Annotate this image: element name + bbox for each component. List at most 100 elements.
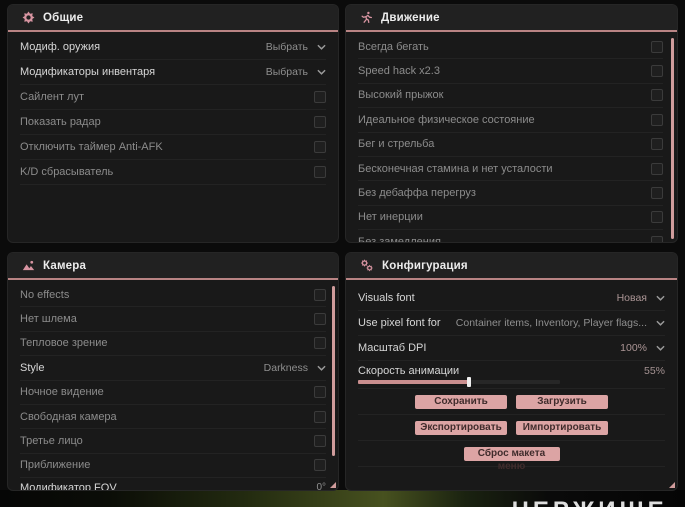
panel-header-movement[interactable]: Движение: [346, 5, 677, 32]
menu-row: Идеальное физическое состояние: [358, 108, 663, 133]
scrollbar[interactable]: [671, 38, 674, 239]
resize-handle[interactable]: [330, 482, 336, 488]
checkbox[interactable]: [651, 211, 663, 224]
panel-header-camera[interactable]: Камера: [8, 253, 338, 280]
menu-row: Масштаб DPI 100%: [358, 336, 665, 361]
menu-row: Высокий прыжок: [358, 84, 663, 109]
checkbox[interactable]: [314, 337, 326, 350]
menu-row: Нет инерции: [358, 206, 663, 231]
checkbox[interactable]: [314, 141, 326, 153]
slider-track[interactable]: [358, 377, 560, 387]
resize-handle[interactable]: [669, 482, 675, 488]
dropdown[interactable]: Новая: [617, 292, 665, 304]
row-label: No effects: [20, 288, 70, 301]
slider-value: 0°: [316, 482, 326, 490]
row-label: Нет инерции: [358, 211, 423, 224]
menu-row: Экспортировать Импортировать: [358, 415, 665, 441]
dropdown[interactable]: Выбрать: [266, 66, 326, 78]
checkbox[interactable]: [651, 113, 663, 126]
menu-row: K/D сбрасыватель: [20, 160, 326, 185]
import-button[interactable]: Импортировать: [516, 420, 608, 435]
dropdown-value: 100%: [620, 342, 647, 354]
checkbox[interactable]: [651, 40, 663, 53]
checkbox[interactable]: [651, 187, 663, 200]
row-label: Бег и стрельба: [358, 138, 435, 151]
slider-handle[interactable]: [467, 377, 472, 387]
menu-row: Модификаторы инвентаря Выбрать: [20, 60, 326, 85]
menu-row: Visuals font Новая: [358, 286, 665, 311]
dropdown[interactable]: Darkness: [264, 362, 326, 374]
background-game-text: ЧЕРЖИШЕ: [512, 497, 668, 507]
row-label: Без дебаффа перегруз: [358, 187, 476, 200]
chevron-down-icon: [656, 295, 665, 301]
chevron-down-icon: [656, 320, 665, 326]
menu-row: Без замедления: [358, 230, 663, 242]
panel-title: Конфигурация: [382, 259, 468, 272]
reset-menu-layout-button[interactable]: Сброс макета меню: [463, 446, 560, 472]
menu-row: Показать радар: [20, 110, 326, 135]
menu-row: Сброс макета меню: [358, 441, 665, 472]
checkbox[interactable]: [314, 288, 326, 301]
row-label: Показать радар: [20, 116, 101, 128]
row-label: Всегда бегать: [358, 40, 429, 53]
row-label: Visuals font: [358, 292, 415, 304]
checkbox[interactable]: [314, 386, 326, 399]
checkbox[interactable]: [314, 116, 326, 128]
row-label: Идеальное физическое состояние: [358, 113, 535, 126]
panel-header-config[interactable]: Конфигурация: [346, 253, 677, 280]
slider-label-line: Скорость анимации 55%: [358, 365, 665, 377]
checkbox[interactable]: [314, 91, 326, 103]
dropdown-value: Новая: [616, 292, 647, 304]
row-label: Нет шлема: [20, 313, 77, 326]
dropdown-value: Выбрать: [265, 66, 308, 78]
panel-title: Камера: [43, 259, 87, 272]
panel-body: Модиф. оружия Выбрать Модификаторы инвента…: [8, 32, 338, 185]
save-button[interactable]: Сохранить: [415, 394, 507, 409]
dropdown[interactable]: 100%: [620, 342, 665, 354]
menu-row: No effects: [20, 283, 326, 308]
checkbox[interactable]: [651, 89, 663, 102]
menu-row: Скорость анимации 55%: [358, 361, 665, 389]
checkbox[interactable]: [651, 65, 663, 78]
image-icon: [22, 259, 35, 272]
row-label: Speed hack x2.3: [358, 65, 440, 78]
menu-row: Приближение: [20, 454, 326, 479]
dropdown-value: Выбрать: [265, 41, 308, 53]
menu-row: Модиф. оружия Выбрать: [20, 35, 326, 60]
row-label: Приближение: [20, 459, 91, 472]
dropdown-value: Darkness: [263, 361, 308, 374]
checkbox[interactable]: [651, 162, 663, 175]
gear-icon: [22, 11, 35, 24]
panel-movement: Движение Всегда бегать Speed hack x2.3 Высо…: [346, 5, 677, 242]
panel-camera: Камера No effects Нет шлема Тепловое зрение…: [8, 253, 338, 490]
checkbox[interactable]: [314, 459, 326, 472]
checkbox[interactable]: [651, 138, 663, 151]
checkbox[interactable]: [314, 410, 326, 423]
panel-title: Движение: [381, 11, 440, 24]
dropdown[interactable]: Container items, Inventory, Player flags…: [456, 317, 665, 329]
row-label: Масштаб DPI: [358, 342, 427, 354]
row-label: Третье лицо: [20, 435, 83, 448]
panel-body: Visuals font Новая Use pixel font for Conta…: [346, 280, 677, 472]
row-label: Отключить таймер Anti-AFK: [20, 141, 163, 153]
slider-value: 55%: [643, 365, 665, 377]
panel-body: Всегда бегать Speed hack x2.3 Высокий прыж…: [346, 32, 677, 242]
export-button[interactable]: Экспортировать: [415, 420, 507, 435]
row-label: Свободная камера: [20, 410, 117, 423]
slider-fill: [358, 380, 470, 384]
dropdown[interactable]: Выбрать: [266, 41, 326, 53]
slider-label-line: Модификатор FOV 0°: [20, 482, 326, 490]
load-button[interactable]: Загрузить: [516, 394, 608, 409]
menu-row: Бесконечная стамина и нет усталости: [358, 157, 663, 182]
panel-header-general[interactable]: Общие: [8, 5, 338, 32]
gears-icon: [360, 259, 374, 272]
checkbox[interactable]: [314, 313, 326, 326]
row-label: Модиф. оружия: [20, 41, 101, 53]
checkbox[interactable]: [651, 235, 663, 242]
menu-row: Модификатор FOV 0°: [20, 478, 326, 490]
checkbox[interactable]: [314, 435, 326, 448]
chevron-down-icon: [656, 345, 665, 351]
scrollbar[interactable]: [332, 286, 335, 456]
row-label: Бесконечная стамина и нет усталости: [358, 162, 553, 175]
checkbox[interactable]: [314, 166, 326, 178]
